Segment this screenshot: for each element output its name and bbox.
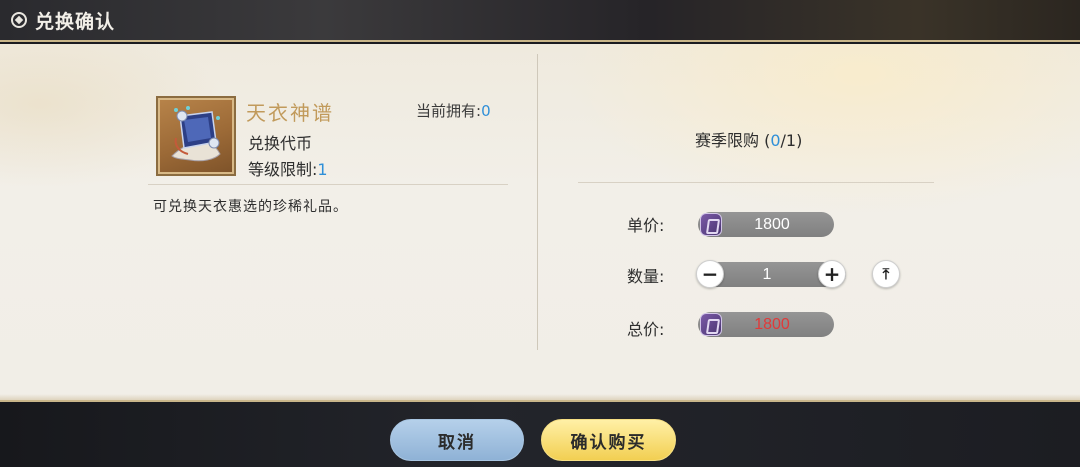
quantity-value[interactable]: 1: [740, 262, 794, 287]
dialog-title: 兑换确认: [35, 10, 116, 33]
owned-value: 0: [481, 102, 491, 120]
cancel-button[interactable]: 取消: [390, 419, 524, 461]
limit-current: 0: [770, 131, 781, 150]
quantity-label: 数量:: [627, 267, 665, 286]
action-bar: 取消 确认购买: [0, 400, 1080, 467]
limit-label: 赛季限购 (: [695, 131, 771, 150]
left-divider: [148, 184, 508, 185]
game-logo-icon: [11, 12, 27, 28]
limit-close: ): [796, 131, 803, 150]
exchange-panel: 天衣神谱 当前拥有:0 兑换代币 等级限制:1 可兑换天衣惠选的珍稀礼品。 赛季…: [0, 44, 1080, 400]
confirm-purchase-button[interactable]: 确认购买: [541, 419, 676, 461]
owned-count: 当前拥有:0: [416, 100, 491, 121]
decrease-quantity-button[interactable]: −: [696, 260, 724, 288]
vertical-divider: [537, 54, 538, 350]
total-price-value: 1800: [754, 315, 790, 333]
unit-price-value: 1800: [754, 215, 790, 233]
total-price-field: 1800: [698, 312, 834, 337]
level-label: 等级限制:: [248, 160, 318, 179]
item-name: 天衣神谱: [246, 101, 334, 125]
season-limit: 赛季限购 (0/1): [695, 127, 802, 151]
scroll-item-icon: [171, 106, 221, 162]
unit-price-field: 1800: [698, 212, 834, 237]
max-quantity-button[interactable]: ⤒: [872, 260, 900, 288]
unit-price-label: 单价:: [627, 216, 665, 235]
total-price-label: 总价:: [627, 320, 665, 339]
purple-token-icon: [700, 313, 722, 336]
limit-max: 1: [785, 131, 797, 150]
level-value: 1: [317, 160, 328, 179]
dialog-header: 兑换确认: [0, 0, 1080, 42]
item-description: 可兑换天衣惠选的珍稀礼品。: [153, 199, 348, 215]
purple-token-icon: [700, 213, 722, 236]
level-requirement: 等级限制:1: [248, 156, 328, 180]
owned-label: 当前拥有:: [416, 102, 482, 120]
right-divider: [578, 182, 934, 183]
increase-quantity-button[interactable]: +: [818, 260, 846, 288]
item-icon-frame: [156, 96, 236, 176]
item-type: 兑换代币: [248, 134, 313, 153]
